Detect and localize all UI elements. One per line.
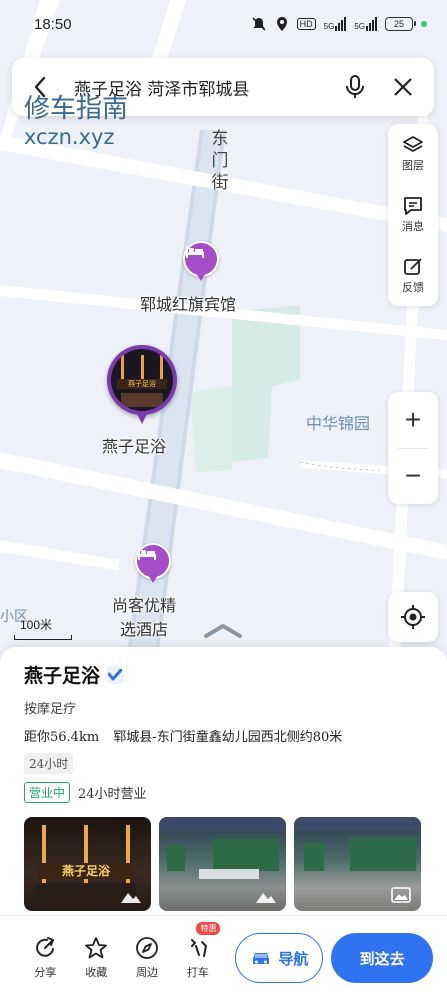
poi-label-shangke-hotel[interactable]: 尚客优精 选酒店 [112,594,176,642]
area-label-zhonghua[interactable]: 中华锦园 [306,410,370,434]
place-photo[interactable] [159,817,286,911]
place-photo[interactable]: 燕子足浴 [24,817,151,911]
go-here-button[interactable]: 到这去 [331,933,433,983]
expand-sheet-handle[interactable] [202,620,244,640]
place-category: 按摩足疗 [24,702,77,717]
taxi-button[interactable]: 特惠 打车 [172,922,223,980]
place-photo[interactable] [294,817,421,911]
verified-icon [106,665,125,684]
place-name: 燕子足浴 [24,665,101,687]
mute-bell-icon [252,17,266,31]
signal-icon: 5G [324,17,347,31]
taxi-icon [190,939,207,957]
car-icon [253,953,270,964]
shop-sign: 燕子足浴 [38,863,134,879]
poi-label-selected[interactable]: 燕子足浴 [102,433,166,457]
clock: 18:50 [34,15,72,33]
street-label-dongmen: 东 门 街 [211,129,229,193]
hotel-marker[interactable] [135,543,171,585]
panorama-icon [121,893,141,903]
zoom-control: + − [388,392,438,504]
message-icon [404,197,422,215]
promo-badge: 特惠 [196,922,221,935]
crosshair-icon [401,605,425,629]
feedback-button[interactable]: 反馈 [388,245,438,306]
status-bar: 18:50 HD 5G 5G 25 [0,0,447,48]
bed-icon [135,543,171,579]
share-icon [36,937,55,957]
selected-place-marker[interactable]: 燕子足浴 [107,345,177,429]
zoom-in-button[interactable]: + [388,392,438,448]
favorite-button[interactable]: 收藏 [71,936,122,980]
pin-shop-sign: 燕子足浴 [117,379,167,389]
zoom-out-button[interactable]: − [388,449,438,505]
hotel-marker[interactable] [183,241,219,283]
battery-icon: 25 [385,17,416,31]
map-tools-panel: 图层 消息 反馈 [388,124,438,306]
signal-icon: 5G [354,17,377,31]
compass-icon [136,937,158,959]
locate-me-button[interactable] [388,592,438,642]
place-detail-sheet[interactable]: 燕子足浴 按摩足疗 距你56.4km 郓城县-东门街童鑫幼儿园西北侧约80米 2… [0,647,447,915]
photo-gallery: 燕子足浴 [24,817,423,911]
microphone-icon [346,75,364,98]
messages-button[interactable]: 消息 [388,185,438,246]
map-scale: 100米 [14,616,72,640]
poi-label-hongqi-hotel[interactable]: 郓城红旗宾馆 [140,291,236,315]
layers-button[interactable]: 图层 [388,124,438,185]
location-icon [276,17,287,31]
image-icon [391,887,411,903]
place-distance: 距你56.4km [24,730,100,745]
nearby-button[interactable]: 周边 [122,936,173,980]
layers-icon [403,136,423,153]
open-hours: 24小时营业 [78,787,147,802]
action-bar: 分享 收藏 周边 特惠 打车 导航 到这去 [0,915,447,1000]
feedback-icon [404,258,422,275]
chevron-up-icon [204,624,242,638]
status-dot [421,21,427,27]
close-button[interactable] [386,70,420,104]
star-icon [85,937,108,959]
place-address[interactable]: 郓城县-东门街童鑫幼儿园西北侧约80米 [113,730,342,745]
share-button[interactable]: 分享 [20,936,71,980]
voice-search-button[interactable] [338,70,372,104]
close-icon [394,78,412,96]
panorama-icon [256,893,276,903]
hd-badge: HD [296,18,316,30]
watermark: 修车指南 xczn.xyz [24,94,129,149]
bed-icon [183,241,219,277]
navigate-button[interactable]: 导航 [235,933,324,983]
hours-tag: 24小时 [24,753,74,774]
open-status-badge: 营业中 [24,782,71,803]
